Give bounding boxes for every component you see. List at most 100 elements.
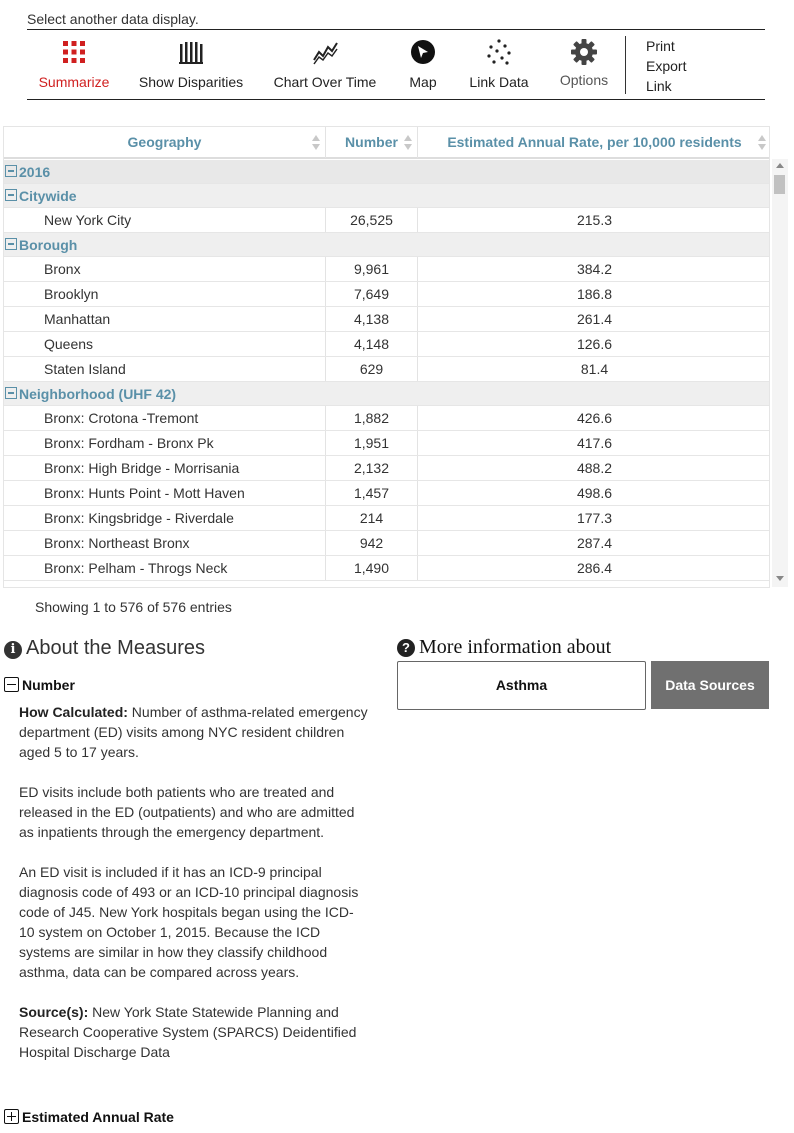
more-info-title: More information about — [419, 636, 612, 658]
cell-number: 1,951 — [326, 431, 418, 455]
table-row: New York City 26,525 215.3 — [4, 208, 769, 233]
table-row: Queens 4,148 126.6 — [4, 332, 769, 357]
table-info: Showing 1 to 576 of 576 entries — [35, 599, 232, 615]
collapse-icon[interactable] — [5, 165, 17, 177]
cell-number: 26,525 — [326, 208, 418, 232]
cell-geography: Bronx: Fordham - Bronx Pk — [4, 431, 326, 455]
table-body: 2016 Citywide New York City 26,525 215.3… — [4, 160, 769, 581]
options-button[interactable]: Options — [551, 30, 617, 100]
number-section-heading: Number — [22, 677, 75, 693]
select-display-label: Select another data display. — [27, 11, 199, 27]
cell-rate: 261.4 — [576, 311, 613, 327]
show-disparities-label: Show Disparities — [138, 74, 244, 90]
cell-geography: Bronx: Pelham - Throgs Neck — [4, 556, 326, 580]
table-row: Bronx: Pelham - Throgs Neck 1,490 286.4 — [4, 556, 769, 581]
info-icon: i — [4, 641, 22, 659]
cell-geography: Brooklyn — [4, 282, 326, 306]
summarize-button[interactable]: Summarize — [27, 30, 121, 100]
cell-number: 4,138 — [326, 307, 418, 331]
chart-over-time-button[interactable]: Chart Over Time — [265, 30, 385, 100]
cell-number: 1,882 — [326, 406, 418, 430]
cell-geography: Bronx: Crotona -Tremont — [4, 406, 326, 430]
column-header-geography-label: Geography — [127, 134, 202, 150]
cell-number: 2,132 — [326, 456, 418, 480]
column-header-rate[interactable]: Estimated Annual Rate, per 10,000 reside… — [418, 127, 769, 158]
table-row: Bronx: Northeast Bronx 942 287.4 — [4, 531, 769, 556]
cell-rate: 186.8 — [576, 286, 613, 302]
table-row: Bronx: Crotona -Tremont 1,882 426.6 — [4, 406, 769, 431]
print-link[interactable]: Print — [646, 36, 686, 56]
column-header-number-label: Number — [345, 134, 398, 150]
scroll-up-icon[interactable] — [776, 163, 784, 168]
source-label: Source(s): — [19, 1004, 89, 1020]
cell-geography: Bronx: Northeast Bronx — [4, 531, 326, 555]
ed-visits-paragraph: ED visits include both patients who are … — [19, 784, 355, 840]
table-header: Geography Number Estimated Annual Rate, … — [4, 127, 769, 159]
bars-icon — [179, 42, 203, 64]
cell-rate: 81.4 — [580, 361, 609, 377]
table-row: Bronx: Fordham - Bronx Pk 1,951 417.6 — [4, 431, 769, 456]
data-sources-button[interactable]: Data Sources — [651, 661, 769, 709]
cell-geography: Bronx: High Bridge - Morrisania — [4, 456, 326, 480]
gear-icon — [571, 39, 597, 65]
group-label: 2016 — [19, 164, 51, 180]
column-header-number[interactable]: Number — [326, 127, 418, 158]
group-label: Borough — [19, 237, 78, 253]
table-row: Staten Island 629 81.4 — [4, 357, 769, 382]
group-row-2016[interactable]: 2016 — [4, 160, 769, 184]
sort-icon — [404, 135, 412, 151]
expand-icon — [4, 1109, 19, 1124]
collapse-icon[interactable] — [5, 189, 17, 201]
group-row-citywide[interactable]: Citywide — [4, 184, 769, 208]
table-scrollbar[interactable] — [772, 159, 788, 587]
cell-geography: New York City — [4, 208, 326, 232]
how-calculated-label: How Calculated: — [19, 704, 128, 720]
link-data-button[interactable]: Link Data — [461, 30, 537, 100]
map-pointer-icon — [411, 40, 435, 64]
number-section-body: How Calculated: Number of asthma-related… — [19, 702, 369, 1082]
scatter-icon — [487, 39, 511, 65]
group-label: Citywide — [19, 188, 77, 204]
rate-section-heading: Estimated Annual Rate — [22, 1109, 174, 1125]
map-button[interactable]: Map — [399, 30, 447, 100]
export-link[interactable]: Export — [646, 56, 686, 76]
cell-number: 942 — [326, 531, 418, 555]
more-info-heading: ? More information about — [397, 636, 611, 659]
link-link[interactable]: Link — [646, 76, 686, 96]
cell-number: 9,961 — [326, 257, 418, 281]
cell-number: 1,490 — [326, 556, 418, 580]
cell-rate: 488.2 — [576, 460, 613, 476]
cell-number: 629 — [326, 357, 418, 381]
scroll-thumb[interactable] — [774, 175, 785, 194]
scroll-down-icon[interactable] — [776, 576, 784, 581]
group-row-borough[interactable]: Borough — [4, 233, 769, 257]
group-row-neighborhood[interactable]: Neighborhood (UHF 42) — [4, 382, 769, 406]
side-links: Print Export Link — [646, 36, 686, 96]
display-toolbar: Summarize Show Disparities Chart Over Ti… — [27, 29, 765, 100]
column-header-rate-label: Estimated Annual Rate, per 10,000 reside… — [447, 134, 742, 150]
about-measures-heading: i About the Measures — [4, 637, 205, 660]
sort-icon — [312, 135, 320, 151]
sort-icon — [758, 135, 766, 151]
cell-geography: Bronx — [4, 257, 326, 281]
link-data-label: Link Data — [469, 74, 529, 90]
cell-number: 1,457 — [326, 481, 418, 505]
asthma-button[interactable]: Asthma — [397, 661, 646, 710]
table-row: Bronx: High Bridge - Morrisania 2,132 48… — [4, 456, 769, 481]
collapse-icon[interactable] — [5, 387, 17, 399]
table-row: Bronx 9,961 384.2 — [4, 257, 769, 282]
question-icon: ? — [397, 639, 415, 657]
cell-rate: 417.6 — [576, 435, 613, 451]
number-section-toggle[interactable]: Number — [4, 677, 75, 693]
show-disparities-button[interactable]: Show Disparities — [131, 30, 251, 100]
map-label: Map — [409, 74, 437, 90]
collapse-icon[interactable] — [5, 238, 17, 250]
column-header-geography[interactable]: Geography — [4, 127, 326, 158]
cell-rate: 287.4 — [576, 535, 613, 551]
line-chart-icon — [313, 42, 338, 65]
cell-rate: 177.3 — [576, 510, 613, 526]
data-table: Geography Number Estimated Annual Rate, … — [3, 126, 770, 588]
icd-paragraph: An ED visit is included if it has an ICD… — [19, 864, 359, 980]
rate-section-toggle[interactable]: Estimated Annual Rate — [4, 1109, 174, 1125]
cell-rate: 126.6 — [576, 336, 613, 352]
